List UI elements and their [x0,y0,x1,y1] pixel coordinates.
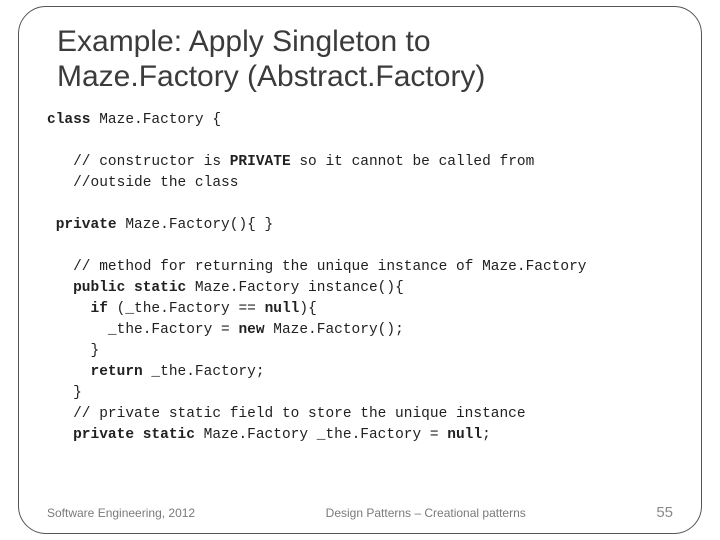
code-text: Maze.Factory instance(){ [186,280,404,296]
code-text: Maze.Factory { [91,112,222,128]
code-block: class Maze.Factory { // constructor is P… [47,110,673,496]
code-text: Maze.Factory(); [265,322,404,338]
code-text: Maze.Factory _the.Factory = [195,427,447,443]
code-text: //outside the class [47,175,238,191]
footer-center: Design Patterns – Creational patterns [195,506,656,520]
slide-frame: Example: Apply Singleton to Maze.Factory… [18,6,702,534]
footer-left: Software Engineering, 2012 [47,506,195,520]
code-text: // private static field to store the uni… [47,406,526,422]
code-text: ){ [299,301,316,317]
slide-footer: Software Engineering, 2012 Design Patter… [47,504,673,521]
code-text: ; [482,427,491,443]
kw-private: private [47,217,117,233]
kw-null: null [265,301,300,317]
code-text: } [47,343,99,359]
code-text: _the.Factory; [143,364,265,380]
title-line-2: Maze.Factory (Abstract.Factory) [57,60,485,93]
kw-return: return [47,364,143,380]
kw-public-static: public static [47,280,186,296]
code-text: so it cannot be called from [291,154,535,170]
page-number: 55 [656,504,673,521]
code-text: Maze.Factory(){ } [117,217,274,233]
title-line-1: Example: Apply Singleton to [57,25,431,58]
code-text: } [47,385,82,401]
kw-class: class [47,112,91,128]
kw-private-static: private static [47,427,195,443]
code-text: _the.Factory = [47,322,238,338]
kw-null2: null [447,427,482,443]
kw-if: if [47,301,108,317]
code-text: // constructor is [47,154,230,170]
kw-new: new [238,322,264,338]
kw-private-word: PRIVATE [230,154,291,170]
code-text: (_the.Factory == [108,301,265,317]
slide-title: Example: Apply Singleton to Maze.Factory… [57,25,673,94]
code-text: // method for returning the unique insta… [47,259,587,275]
